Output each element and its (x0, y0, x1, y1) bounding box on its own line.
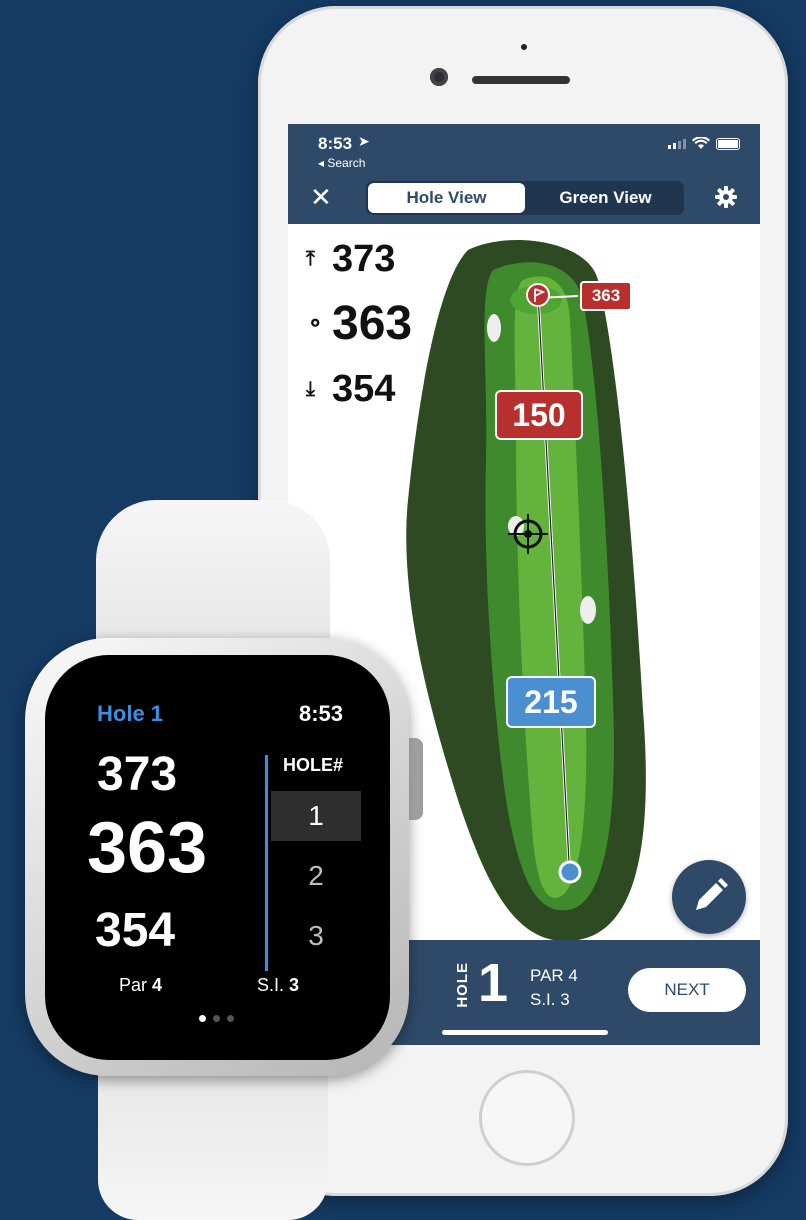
phone-front-camera (430, 68, 448, 86)
watch-hole-title: Hole 1 (97, 701, 164, 726)
hole-number: 1 (478, 953, 509, 1013)
stroke-index-label: S.I. 3 (530, 990, 570, 1009)
hole-map[interactable] (398, 240, 660, 940)
location-arrow-icon: ➤ (358, 133, 370, 149)
hole-label: HOLE (454, 962, 471, 1008)
status-bar: 8:53 ➤ ◂ Search (288, 124, 760, 172)
tab-hole-view[interactable]: Hole View (368, 183, 525, 213)
phone-home-button[interactable] (479, 1070, 575, 1166)
watch-par: Par 4 (119, 975, 163, 995)
gear-icon[interactable] (714, 185, 738, 209)
next-button[interactable]: NEXT (628, 968, 746, 1012)
edit-button[interactable] (672, 860, 746, 934)
watch-band-bottom (98, 1060, 328, 1220)
close-icon[interactable]: ✕ (310, 184, 332, 210)
watch-page-dots (199, 1015, 234, 1022)
status-icons (668, 137, 740, 150)
distance-back-value: 373 (332, 238, 396, 280)
watch-distance-front: 354 (95, 904, 176, 957)
wifi-icon (692, 137, 710, 149)
middle-of-green-icon: ⚬ (306, 310, 325, 336)
tab-green-view[interactable]: Green View (527, 181, 684, 215)
watch-hole-option[interactable]: 3 (271, 911, 361, 961)
watch-hole-option[interactable]: 2 (271, 851, 361, 901)
phone-camera-dot (521, 44, 527, 50)
back-of-green-icon: ⤒ (306, 248, 315, 270)
distance-back: ⤒ 373 (306, 238, 395, 281)
pin-distance-tag: 363 (580, 281, 632, 311)
view-segmented-control: Hole View Green View (366, 181, 684, 215)
watch-distance-middle: 363 (87, 808, 208, 888)
watch-stroke-index: S.I. 3 (257, 975, 300, 995)
home-indicator (442, 1030, 608, 1035)
layup-distance-marker[interactable]: 150 (495, 390, 583, 440)
bunker (580, 596, 596, 624)
watch-divider (265, 755, 268, 971)
back-to-search-link[interactable]: ◂ Search (318, 156, 365, 170)
bunker (487, 314, 501, 342)
signal-icon (668, 138, 686, 149)
distance-front: ⤓ 354 (306, 368, 395, 411)
status-time: 8:53 (318, 134, 353, 153)
pencil-icon (696, 878, 728, 910)
watch-screen: Hole 1 8:53 373 363 354 Par 4 S.I. 3 HOL… (45, 655, 390, 1060)
watch-hole-option[interactable]: 1 (271, 791, 361, 841)
phone-speaker (472, 76, 570, 84)
battery-icon (716, 137, 740, 150)
watch-distance-back: 373 (97, 748, 178, 801)
watch-time: 8:53 (299, 701, 344, 726)
distance-front-value: 354 (332, 368, 396, 410)
par-label: PAR 4 (530, 966, 578, 985)
tee-distance-marker[interactable]: 215 (506, 676, 596, 728)
distance-middle: ⚬ 363 (306, 296, 412, 351)
nav-bar: ✕ Hole View Green View (288, 172, 760, 224)
ball-position-icon (558, 860, 582, 884)
front-of-green-icon: ⤓ (306, 378, 315, 400)
watch-hole-picker-header: HOLE# (283, 755, 344, 775)
